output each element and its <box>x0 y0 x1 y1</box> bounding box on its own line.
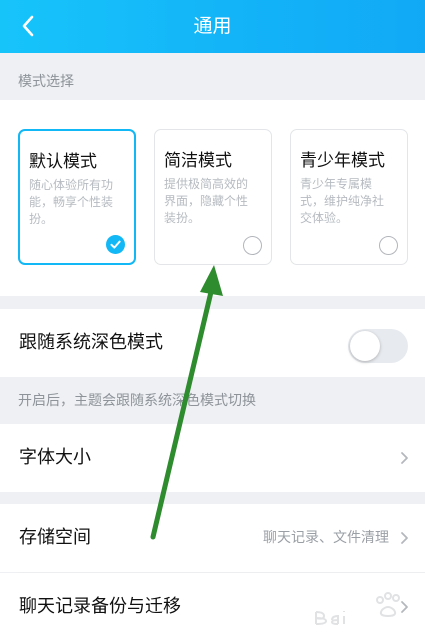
annotation-arrow <box>150 265 223 540</box>
